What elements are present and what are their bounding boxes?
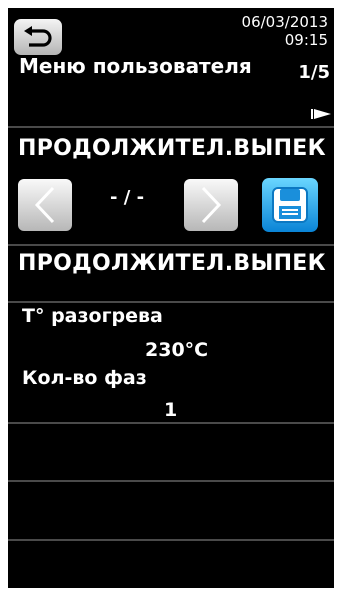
back-arrow-icon xyxy=(24,26,52,47)
divider xyxy=(8,422,334,424)
page-title: Меню пользователя xyxy=(19,54,252,78)
chevron-left-icon xyxy=(34,186,55,224)
phase-count-value[interactable]: 1 xyxy=(164,399,177,421)
time-display: 09:15 xyxy=(284,31,328,49)
page-indicator: 1/5 xyxy=(298,62,330,83)
play-icon[interactable] xyxy=(311,108,331,120)
preheat-temp-label: T° разогрева xyxy=(22,305,163,327)
program-name-selected[interactable]: ПРОДОЛЖИТЕЛ.ВЫПЕК xyxy=(18,251,326,276)
date-display: 06/03/2013 xyxy=(241,13,328,31)
divider xyxy=(8,126,334,128)
phase-count-label: Кол-во фаз xyxy=(22,367,147,389)
divider xyxy=(8,244,334,246)
save-button[interactable] xyxy=(262,178,318,232)
program-name-top: ПРОДОЛЖИТЕЛ.ВЫПЕК xyxy=(18,136,326,161)
divider xyxy=(8,539,334,541)
floppy-disk-icon xyxy=(272,187,308,223)
next-button[interactable] xyxy=(184,179,238,231)
screen: 06/03/2013 09:15 Меню пользователя 1/5 П… xyxy=(8,8,334,588)
back-button[interactable] xyxy=(14,19,62,55)
program-counter: - / - xyxy=(110,187,145,208)
divider xyxy=(8,480,334,482)
preheat-temp-value[interactable]: 230°C xyxy=(145,339,208,361)
divider xyxy=(8,301,334,303)
chevron-right-icon xyxy=(201,186,222,224)
prev-button[interactable] xyxy=(18,179,72,231)
